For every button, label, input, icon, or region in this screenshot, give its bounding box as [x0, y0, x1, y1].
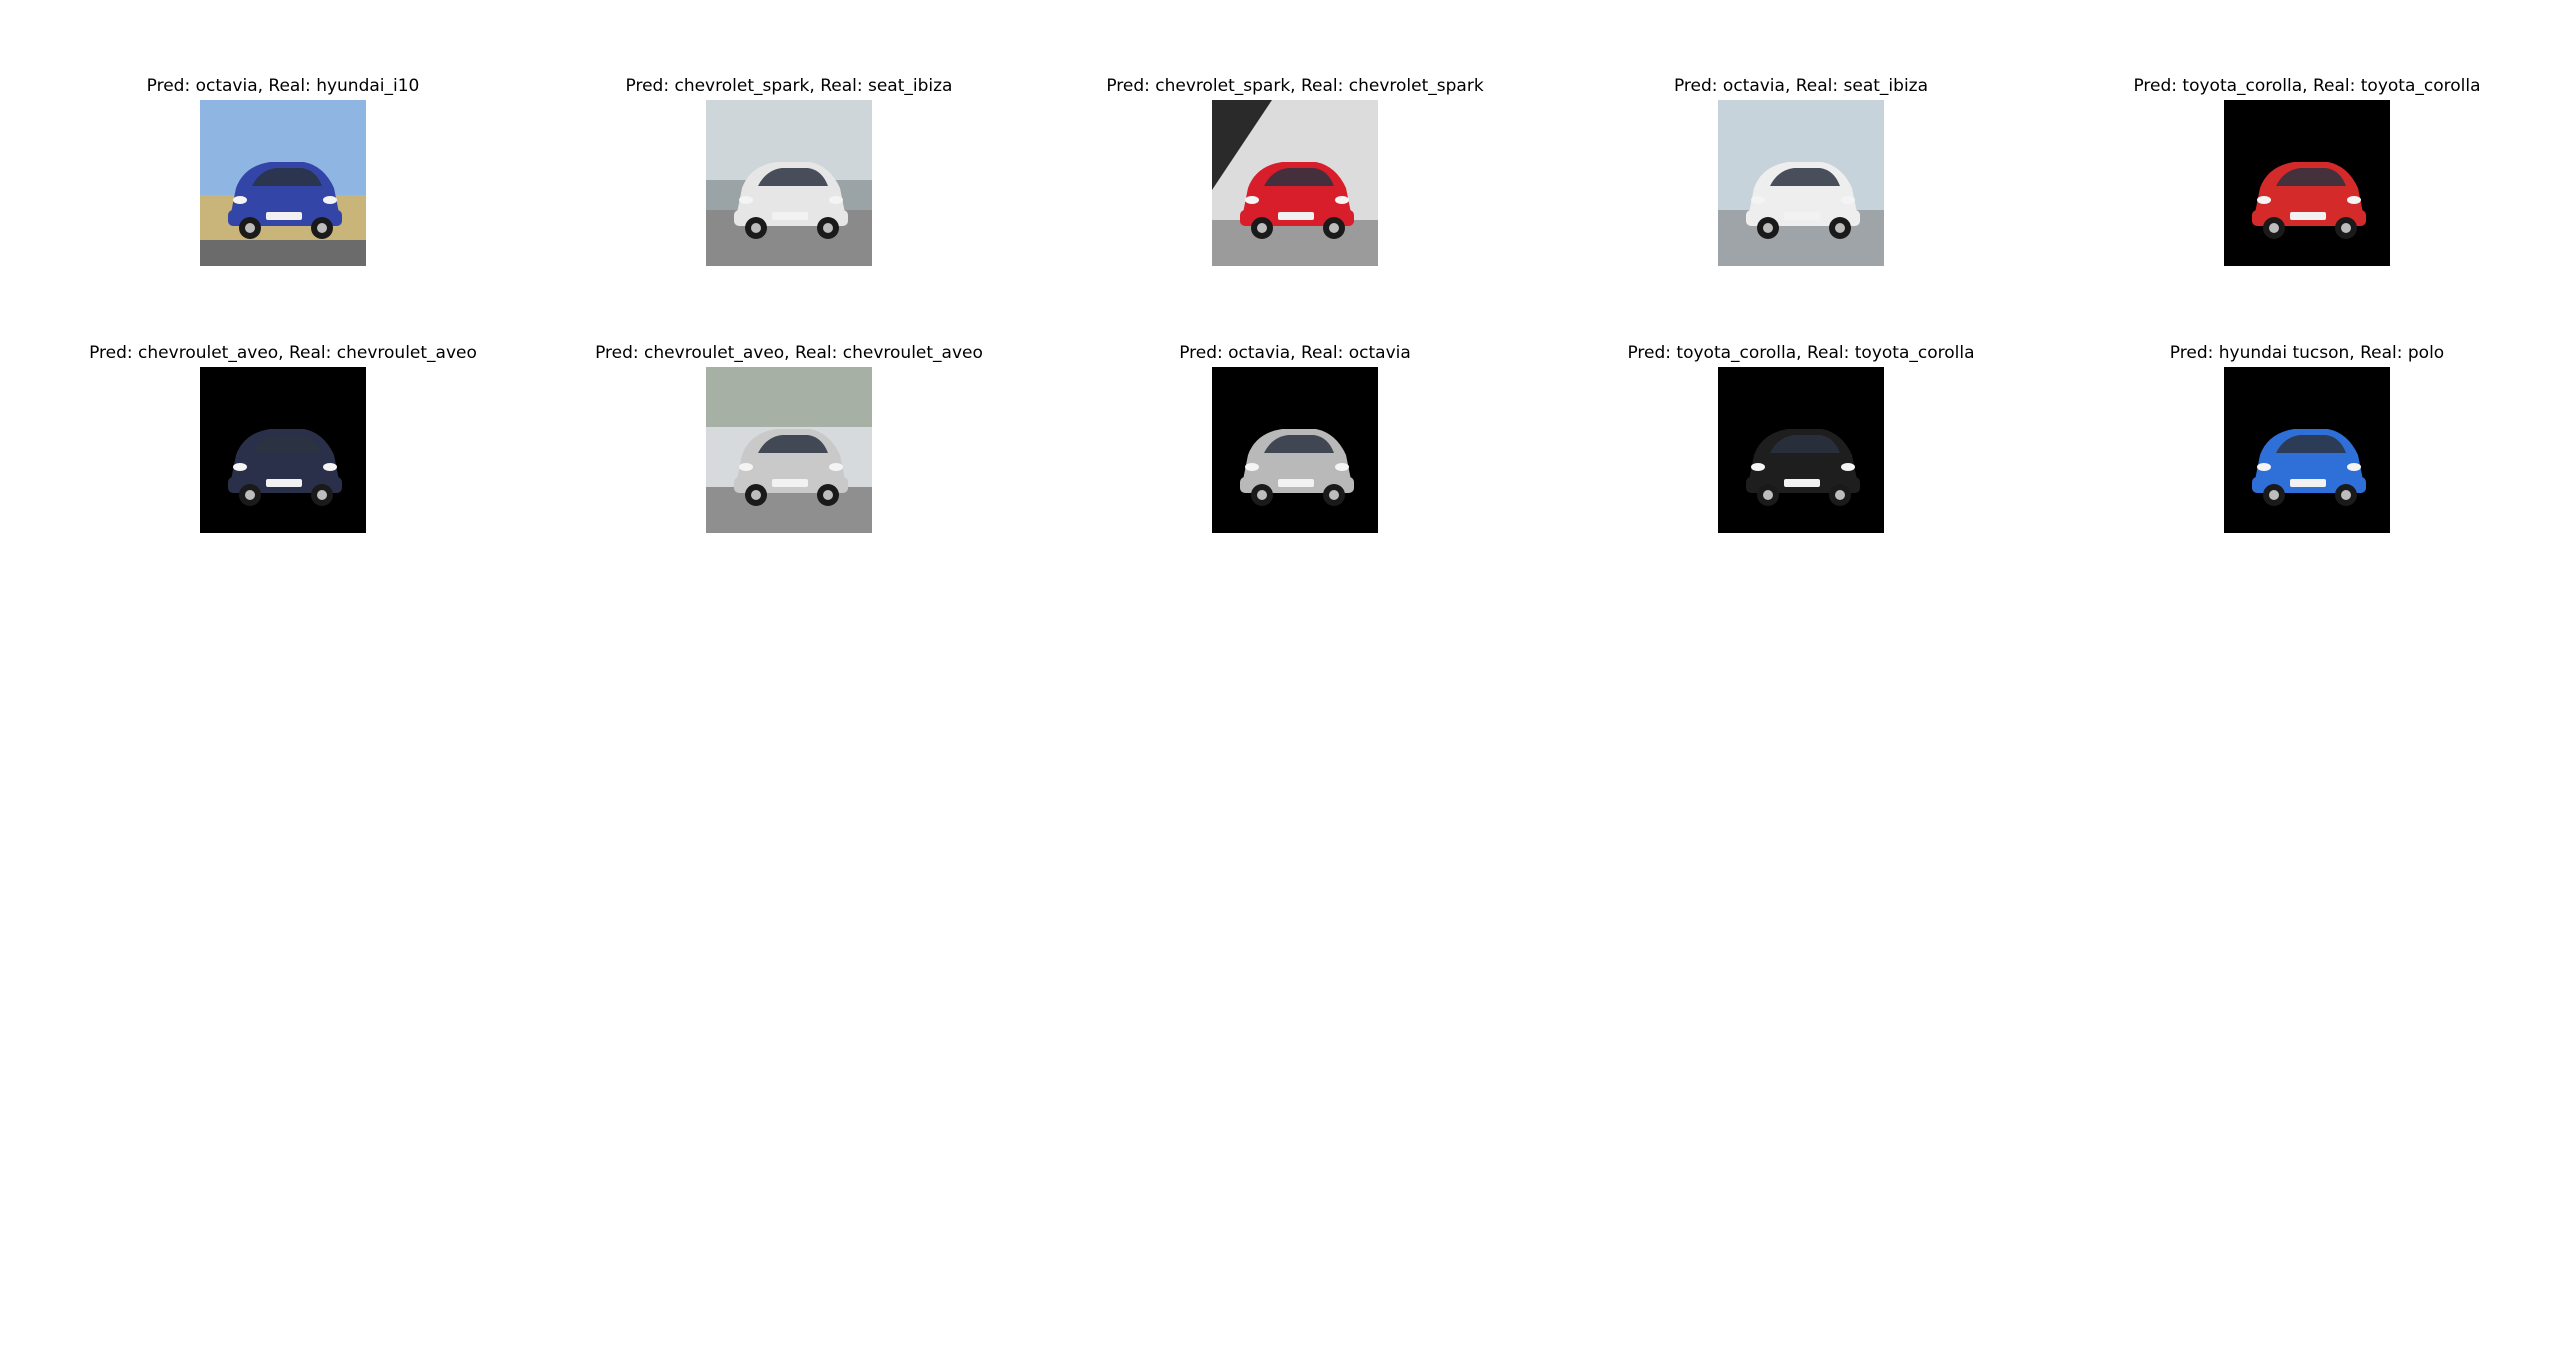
prediction-caption: Pred: chevrolet_spark, Real: chevrolet_s… — [1106, 76, 1484, 96]
prediction-caption: Pred: chevroulet_aveo, Real: chevroulet_… — [595, 343, 983, 363]
prediction-caption: Pred: toyota_corolla, Real: toyota_corol… — [1627, 343, 1975, 363]
car-image — [2224, 367, 2390, 533]
prediction-cell-r1c2: Pred: chevrolet_spark, Real: seat_ibiza — [539, 76, 1039, 266]
car-photo-graphic — [200, 100, 366, 266]
car-photo-graphic — [200, 367, 366, 533]
prediction-caption: Pred: octavia, Real: hyundai_i10 — [146, 76, 420, 96]
prediction-cell-r2c3: Pred: octavia, Real: octavia — [1045, 343, 1545, 533]
car-photo-graphic — [1212, 367, 1378, 533]
car-photo-graphic — [1718, 367, 1884, 533]
prediction-caption: Pred: octavia, Real: seat_ibiza — [1673, 76, 1929, 96]
car-image — [706, 100, 872, 266]
prediction-caption: Pred: chevrolet_spark, Real: seat_ibiza — [625, 76, 953, 96]
car-image — [706, 367, 872, 533]
car-photo-graphic — [1718, 100, 1884, 266]
car-image — [1718, 367, 1884, 533]
car-photo-graphic — [706, 367, 872, 533]
prediction-cell-r1c5: Pred: toyota_corolla, Real: toyota_corol… — [2057, 76, 2557, 266]
car-photo-graphic — [1212, 100, 1378, 266]
prediction-cell-r1c1: Pred: octavia, Real: hyundai_i10 — [33, 76, 533, 266]
prediction-caption: Pred: chevroulet_aveo, Real: chevroulet_… — [89, 343, 477, 363]
prediction-cell-r1c4: Pred: octavia, Real: seat_ibiza — [1551, 76, 2051, 266]
car-image — [1212, 100, 1378, 266]
car-image — [2224, 100, 2390, 266]
car-image — [200, 100, 366, 266]
car-image — [1718, 100, 1884, 266]
prediction-cell-r2c4: Pred: toyota_corolla, Real: toyota_corol… — [1551, 343, 2051, 533]
prediction-cell-r1c3: Pred: chevrolet_spark, Real: chevrolet_s… — [1045, 76, 1545, 266]
prediction-caption: Pred: octavia, Real: octavia — [1179, 343, 1411, 363]
car-photo-graphic — [706, 100, 872, 266]
prediction-caption: Pred: hyundai tucson, Real: polo — [2169, 343, 2445, 363]
prediction-cell-r2c2: Pred: chevroulet_aveo, Real: chevroulet_… — [539, 343, 1039, 533]
car-photo-graphic — [2224, 367, 2390, 533]
prediction-cell-r2c5: Pred: hyundai tucson, Real: polo — [2057, 343, 2557, 533]
prediction-cell-r2c1: Pred: chevroulet_aveo, Real: chevroulet_… — [33, 343, 533, 533]
car-image — [200, 367, 366, 533]
prediction-caption: Pred: toyota_corolla, Real: toyota_corol… — [2133, 76, 2481, 96]
car-photo-graphic — [2224, 100, 2390, 266]
car-image — [1212, 367, 1378, 533]
